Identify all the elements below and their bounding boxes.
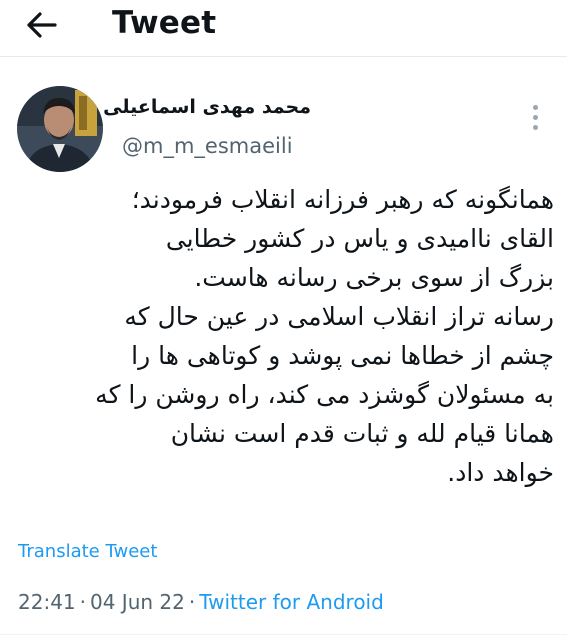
back-button[interactable] [22,4,62,46]
more-vertical-icon [532,114,538,120]
tweet-date: 04 Jun 22 [90,590,185,614]
more-vertical-icon [532,104,538,110]
author-display-name[interactable]: محمد مهدی اسماعیلی [103,96,311,118]
tweet-text: همانگونه که رهبر فرزانه انقلاب فرمودند؛ … [14,180,554,492]
tweet-source-link[interactable]: Twitter for Android [199,590,384,614]
arrow-left-icon [27,12,57,38]
tweet-text-line: چشم از خطاها نمی پوشد و کوتاهی ها را [131,341,554,370]
tweet-metadata: 22:41 · 04 Jun 22 · Twitter for Android [18,590,384,614]
tweet-text-line: القای ناامیدی و یاس در کشور خطایی [165,224,554,253]
separator: · [79,590,86,614]
tweet-text-line: همانا قیام لله و ثبات قدم است نشان [170,419,554,448]
tweet-time: 22:41 [18,590,76,614]
tweet-text-line: به مسئولان گوشزد می کند، راه روشن را که [95,380,554,409]
page-title: Tweet [112,5,217,41]
tweet-text-line: خواهد داد. [447,458,554,487]
tweet-text-line: رسانه تراز انقلاب اسلامی در عین حال که [124,302,554,331]
author-handle[interactable]: @m_m_esmaeili [122,134,293,158]
tweet-text-line: همانگونه که رهبر فرزانه انقلاب فرمودند؛ [131,185,554,214]
bottom-divider [0,634,567,635]
header-divider [0,56,567,57]
tweet-text-line: بزرگ از سوی برخی رسانه هاست. [194,263,554,292]
more-options-button[interactable] [522,97,548,137]
translate-tweet-link[interactable]: Translate Tweet [18,541,157,562]
avatar[interactable] [17,86,103,172]
top-app-bar: Tweet [0,0,567,56]
separator: · [188,590,196,614]
more-vertical-icon [532,124,538,130]
